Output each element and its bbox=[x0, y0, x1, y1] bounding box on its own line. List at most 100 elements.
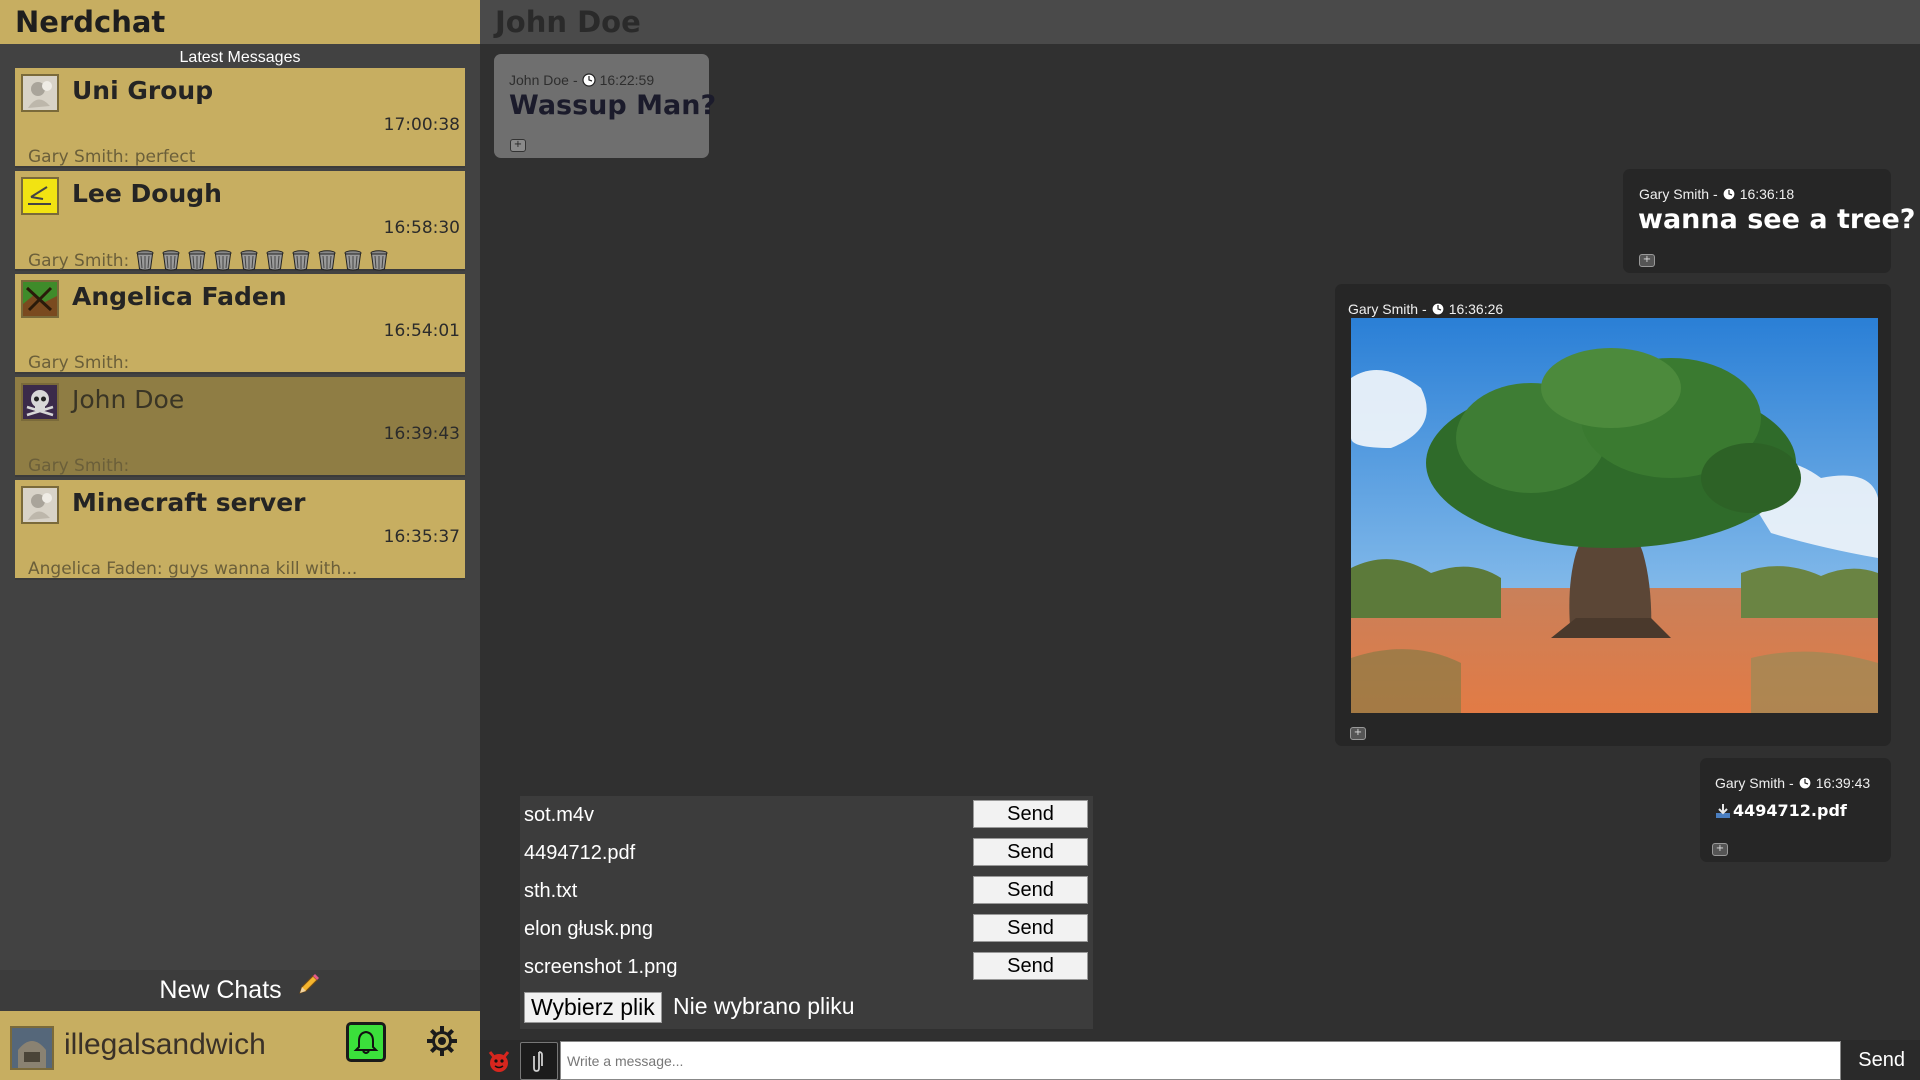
send-file-button[interactable]: Send bbox=[973, 800, 1088, 828]
sticky-note-avatar-icon bbox=[21, 177, 59, 215]
group-avatar-icon bbox=[21, 74, 59, 112]
trash-can-icon bbox=[370, 250, 388, 271]
trash-can-icon bbox=[136, 250, 154, 271]
queued-file-name: 4494712.pdf bbox=[524, 842, 636, 864]
chat-preview-text: Gary Smith: bbox=[28, 456, 130, 476]
queued-file-name: elon głusk.png bbox=[524, 918, 653, 940]
message-time: 16:36:18 bbox=[1739, 186, 1795, 202]
message-author: John Doe bbox=[509, 72, 569, 88]
message-author: Gary Smith bbox=[1715, 775, 1786, 791]
chat-item-uni-group[interactable]: Uni Group 17:00:38 Gary Smith: perfect bbox=[15, 68, 465, 168]
add-reaction-icon[interactable]: + bbox=[510, 139, 526, 152]
file-queue-row: screenshot 1.png Send bbox=[520, 948, 1093, 986]
clock-icon bbox=[1722, 187, 1736, 201]
file-upload-queue: sot.m4v Send 4494712.pdf Send sth.txt Se… bbox=[520, 796, 1093, 1029]
new-chats-button[interactable]: New Chats bbox=[0, 970, 480, 1011]
add-reaction-icon[interactable]: + bbox=[1639, 254, 1655, 267]
file-queue-row: sth.txt Send bbox=[520, 872, 1093, 910]
message-time: 16:36:26 bbox=[1448, 301, 1504, 317]
chat-title: John Doe bbox=[480, 0, 1920, 44]
attach-file-button[interactable] bbox=[520, 1042, 558, 1080]
queued-file-name: screenshot 1.png bbox=[524, 956, 678, 978]
chat-preview: Angelica Faden: guys wanna kill with... bbox=[28, 559, 357, 579]
group-avatar-icon bbox=[21, 486, 59, 524]
trash-can-icon bbox=[266, 250, 284, 271]
chat-time: 16:39:43 bbox=[383, 424, 460, 444]
message-meta: John Doe - 16:22:59 bbox=[509, 72, 694, 88]
chat-preview: Gary Smith: bbox=[28, 353, 129, 373]
trash-can-icon bbox=[292, 250, 310, 271]
chat-item-angelica-faden[interactable]: Angelica Faden 16:54:01 Gary Smith: bbox=[15, 274, 465, 374]
message-meta: Gary Smith - 16:36:26 bbox=[1348, 301, 1876, 317]
message-composer: Send bbox=[480, 1040, 1920, 1080]
latest-messages-label: Latest Messages bbox=[179, 49, 301, 66]
chat-preview: Gary Smith: bbox=[28, 456, 129, 476]
meta-separator: - bbox=[1713, 186, 1718, 202]
message-input[interactable] bbox=[560, 1041, 1841, 1080]
file-queue-row: sot.m4v Send bbox=[520, 796, 1093, 834]
chat-name: Lee Dough bbox=[72, 179, 222, 208]
trash-can-icon bbox=[318, 250, 336, 271]
message-text: wanna see a tree? bbox=[1638, 204, 1916, 235]
bell-icon bbox=[353, 1030, 379, 1054]
chat-name: Minecraft server bbox=[72, 488, 306, 517]
message-author: Gary Smith bbox=[1348, 301, 1419, 317]
sidebar: Nerdchat Latest Messages Uni Group 17:00… bbox=[0, 0, 480, 1080]
chat-time: 16:35:37 bbox=[383, 527, 460, 547]
trash-can-icon bbox=[188, 250, 206, 271]
send-file-button[interactable]: Send bbox=[973, 952, 1088, 980]
message-author: Gary Smith bbox=[1639, 186, 1710, 202]
send-file-button[interactable]: Send bbox=[973, 876, 1088, 904]
file-queue-row: 4494712.pdf Send bbox=[520, 834, 1093, 872]
paperclip-icon bbox=[533, 1051, 543, 1072]
chat-preview: Gary Smith: perfect bbox=[28, 147, 195, 167]
send-file-button[interactable]: Send bbox=[973, 838, 1088, 866]
chat-name: Angelica Faden bbox=[72, 282, 287, 311]
choose-file-button[interactable]: Wybierz plik bbox=[524, 992, 662, 1023]
user-avatar[interactable] bbox=[10, 1026, 54, 1070]
trash-can-icon bbox=[162, 250, 180, 271]
message-time: 16:39:43 bbox=[1815, 775, 1871, 791]
meta-separator: - bbox=[1422, 301, 1427, 317]
chat-name: John Doe bbox=[72, 385, 185, 414]
send-file-button[interactable]: Send bbox=[973, 914, 1088, 942]
add-reaction-icon[interactable]: + bbox=[1350, 727, 1366, 740]
message-bubble-file: Gary Smith - 16:39:43 4494712.pdf + bbox=[1700, 758, 1891, 862]
queued-file-name: sot.m4v bbox=[524, 804, 595, 826]
chat-time: 17:00:38 bbox=[383, 115, 460, 135]
gear-icon bbox=[427, 1026, 457, 1056]
notifications-button[interactable] bbox=[346, 1022, 386, 1062]
settings-button[interactable] bbox=[426, 1025, 458, 1057]
chat-item-minecraft-server[interactable]: Minecraft server 16:35:37 Angelica Faden… bbox=[15, 480, 465, 580]
chat-item-john-doe[interactable]: John Doe 16:39:43 Gary Smith: bbox=[15, 377, 465, 477]
new-chats-label: New Chats bbox=[159, 976, 282, 1004]
chat-item-lee-dough[interactable]: Lee Dough 16:58:30 Gary Smith: bbox=[15, 171, 465, 271]
trash-can-icon bbox=[214, 250, 232, 271]
message-bubble: Gary Smith - 16:36:18 wanna see a tree? … bbox=[1623, 169, 1916, 273]
file-queue-row: elon głusk.png Send bbox=[520, 910, 1093, 948]
message-time: 16:22:59 bbox=[599, 72, 655, 88]
send-label: Send bbox=[1858, 1049, 1905, 1071]
clock-icon bbox=[1798, 776, 1812, 790]
chat-preview-text: Angelica Faden: guys wanna kill with... bbox=[28, 559, 358, 579]
file-name: 4494712.pdf bbox=[1733, 801, 1847, 820]
landscape-avatar-icon bbox=[21, 280, 59, 318]
trash-can-icon bbox=[240, 250, 258, 271]
chat-preview-text: Gary Smith: bbox=[28, 250, 130, 271]
message-meta: Gary Smith - 16:36:18 bbox=[1639, 186, 1876, 202]
username: illegalsandwich bbox=[64, 1028, 266, 1061]
message-bubble: John Doe - 16:22:59 Wassup Man? + bbox=[494, 54, 717, 158]
baobab-tree-photo[interactable] bbox=[1351, 318, 1878, 713]
app-title: Nerdchat bbox=[0, 0, 480, 44]
chat-preview-text: Gary Smith: bbox=[28, 353, 130, 373]
download-icon bbox=[1716, 803, 1730, 818]
file-attachment-link[interactable]: 4494712.pdf bbox=[1715, 801, 1876, 820]
emoji-picker-button[interactable] bbox=[487, 1049, 511, 1073]
send-message-button[interactable]: Send bbox=[1841, 1040, 1920, 1080]
no-file-chosen-label: Nie wybrano pliku bbox=[673, 993, 855, 1019]
pencil-icon bbox=[295, 970, 321, 1011]
add-reaction-icon[interactable]: + bbox=[1712, 843, 1728, 856]
chat-time: 16:58:30 bbox=[383, 218, 460, 238]
message-text: Wassup Man? bbox=[509, 90, 717, 121]
queued-file-name: sth.txt bbox=[524, 880, 578, 902]
